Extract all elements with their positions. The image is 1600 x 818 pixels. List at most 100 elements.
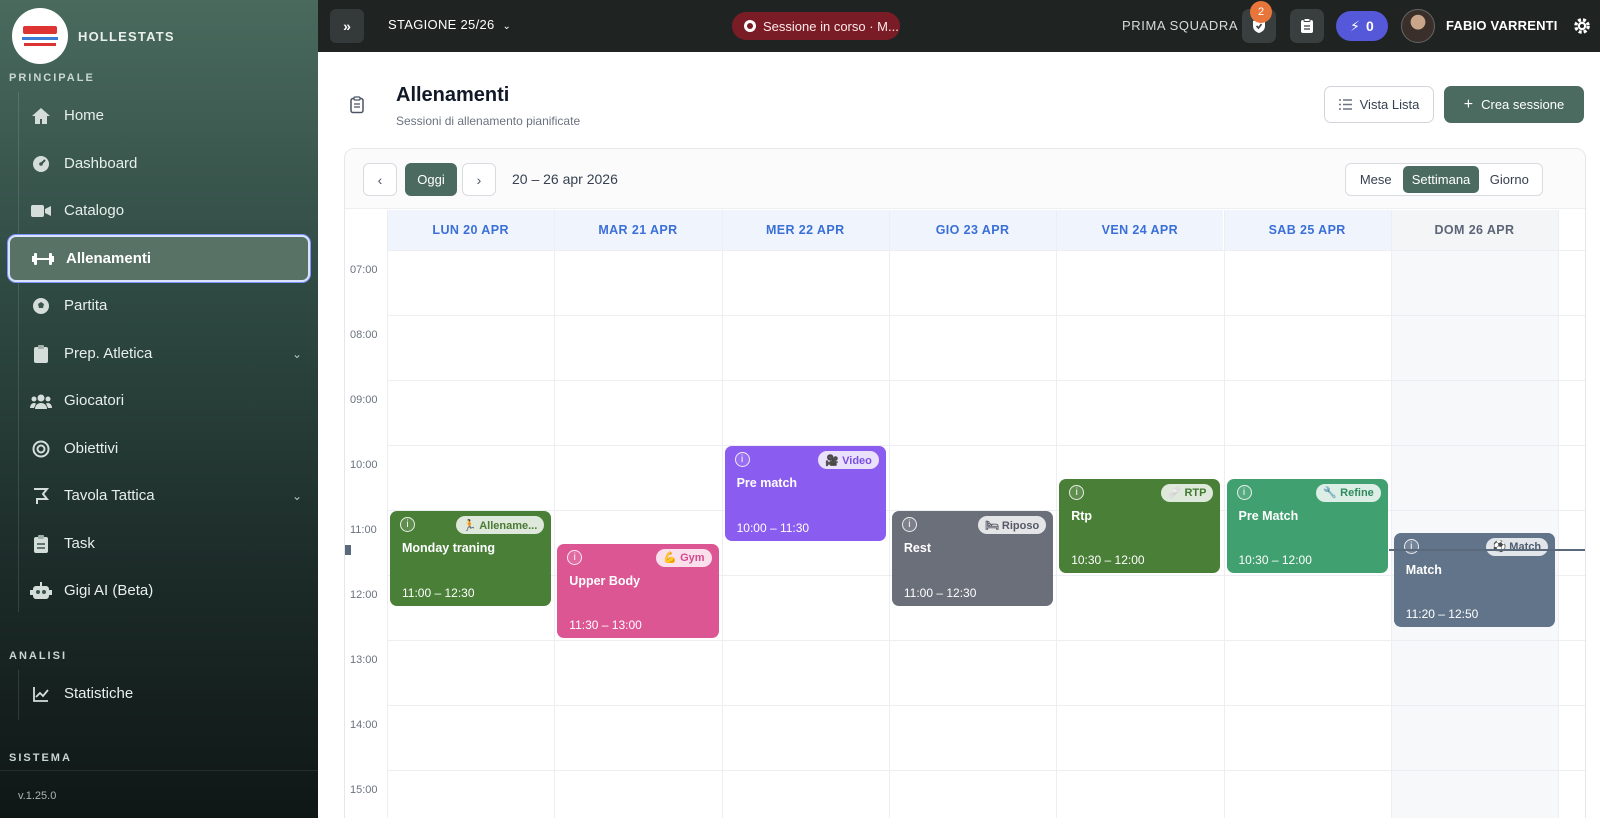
event-card[interactable]: i 🛏 Riposo Rest 11:00 – 12:30 xyxy=(891,511,1054,606)
day-header[interactable]: DOM 26 APR xyxy=(1390,210,1559,250)
chevron-right-icon: › xyxy=(476,171,482,188)
home-icon xyxy=(30,105,52,127)
sidebar-item-task[interactable]: Task xyxy=(8,520,310,567)
column-divider xyxy=(721,210,723,818)
info-icon[interactable]: i xyxy=(1069,484,1085,500)
column-divider xyxy=(1390,210,1392,818)
target-icon xyxy=(30,438,52,460)
info-icon[interactable]: i xyxy=(400,517,415,532)
column-divider xyxy=(1056,210,1058,818)
event-title: Rtp xyxy=(1071,508,1093,523)
column-divider xyxy=(888,210,890,818)
sidebar-item-catalogo[interactable]: Catalogo xyxy=(8,187,310,234)
hour-label: 11:00 xyxy=(350,524,377,536)
event-time: 10:30 – 12:00 xyxy=(1238,553,1312,567)
week-calendar: ‹ Oggi › 20 – 26 apr 2026 Mese Settimana… xyxy=(344,148,1586,818)
robot-icon xyxy=(30,580,52,602)
hour-label: 14:00 xyxy=(350,719,378,731)
view-mese-button[interactable]: Mese xyxy=(1348,166,1403,193)
chevron-down-icon: ⌄ xyxy=(502,21,512,32)
sidebar-item-home[interactable]: Home xyxy=(8,92,310,139)
sidebar-item-label: Home xyxy=(64,107,105,124)
info-icon[interactable]: i xyxy=(1236,484,1252,500)
event-title: Pre match xyxy=(736,476,798,490)
chevron-down-icon[interactable]: ⌄ xyxy=(292,347,302,361)
sidebar-item-statistiche[interactable]: Statistiche xyxy=(8,670,310,717)
event-title: Monday traning xyxy=(402,541,496,555)
day-header[interactable]: SAB 25 APR xyxy=(1223,210,1391,250)
view-settimana-button[interactable]: Settimana xyxy=(1403,166,1479,193)
view-giorno-button[interactable]: Giorno xyxy=(1479,166,1540,193)
expand-sidebar-button[interactable]: » xyxy=(330,9,364,43)
clipboard-icon xyxy=(350,96,364,114)
sidebar-item-label: Partita xyxy=(64,297,108,314)
sidebar-item-label: Gigi AI (Beta) xyxy=(64,582,154,599)
day-header[interactable]: MAR 21 APR xyxy=(554,210,722,250)
event-card[interactable]: i ⚽ Match Match 11:20 – 12:50 xyxy=(1393,532,1556,628)
column-divider xyxy=(1558,210,1560,818)
event-card[interactable]: i 💪 Gym Upper Body 11:30 – 13:00 xyxy=(557,543,719,638)
sidebar-item-tavola-tattica[interactable]: Tavola Tattica ⌄ xyxy=(8,472,310,519)
season-label: STAGIONE 25/26 xyxy=(388,17,495,32)
clipboard-list-icon xyxy=(30,533,52,555)
event-type-tag: ⚽ Match xyxy=(1485,537,1549,556)
plus-icon: + xyxy=(1463,95,1474,113)
sidebar-item-dashboard[interactable]: Dashboard xyxy=(8,140,310,187)
event-title: Rest xyxy=(903,541,931,555)
sidebar-item-label: Statistiche xyxy=(64,685,134,702)
current-time-line xyxy=(1389,549,1585,551)
event-card[interactable]: i 🏃 Allename... Monday traning 11:00 – 12:3… xyxy=(390,511,552,606)
season-selector[interactable]: STAGIONE 25/26 ⌄ xyxy=(388,17,511,32)
sidebar-item-gigi-ai-beta[interactable]: Gigi AI (Beta) xyxy=(8,567,310,614)
info-icon[interactable]: i xyxy=(734,452,750,467)
event-card[interactable]: i 🎥 Video Pre match 10:00 – 11:30 xyxy=(724,446,886,541)
clipboard-button[interactable] xyxy=(1290,9,1324,43)
record-icon xyxy=(744,20,756,32)
event-type-tag: 🏃 Allename... xyxy=(455,516,545,534)
user-name[interactable]: FABIO VARRENTI xyxy=(1446,18,1558,33)
sidebar-item-obiettivi[interactable]: Obiettivi xyxy=(8,425,310,472)
hour-line xyxy=(387,705,1585,706)
live-session-pill[interactable]: Sessione in corso · M... xyxy=(732,12,900,40)
crea-sessione-label: Crea sessione xyxy=(1481,97,1565,112)
event-card[interactable]: i 🔧 Refine Pre Match 10:30 – 12:00 xyxy=(1226,478,1388,573)
sidebar-item-giocatori[interactable]: Giocatori xyxy=(8,377,310,424)
dumbbell-icon xyxy=(32,248,54,270)
day-header[interactable]: GIO 23 APR xyxy=(888,210,1057,250)
event-card[interactable]: i 🩹 RTP Rtp 10:30 – 12:00 xyxy=(1059,478,1221,573)
sidebar-item-allenamenti[interactable]: Allenamenti xyxy=(8,235,310,282)
bolt-counter[interactable]: ⚡︎ 0 xyxy=(1336,11,1388,41)
info-icon[interactable]: i xyxy=(567,549,583,565)
day-header[interactable]: VEN 24 APR xyxy=(1056,210,1224,250)
notification-badge: 2 xyxy=(1250,1,1272,23)
hour-line xyxy=(387,380,1585,381)
event-title: Upper Body xyxy=(569,573,641,588)
sidebar-item-label: Catalogo xyxy=(64,202,125,219)
brand-row[interactable]: HOLLESTATS xyxy=(12,8,175,64)
top-bar: » STAGIONE 25/26 ⌄ Sessione in corso · M… xyxy=(318,0,1600,52)
day-header[interactable]: LUN 20 APR xyxy=(387,210,555,250)
today-button[interactable]: Oggi xyxy=(405,163,457,196)
bolt-count: 0 xyxy=(1366,18,1374,34)
sidebar-item-prep-atletica[interactable]: Prep. Atletica ⌄ xyxy=(8,330,310,377)
hour-line xyxy=(387,250,1585,251)
sidebar-item-label: Tavola Tattica xyxy=(64,487,155,504)
sidebar: HOLLESTATS PRINCIPALE Home Dashboard Catal… xyxy=(0,0,318,818)
vista-lista-button[interactable]: Vista Lista xyxy=(1324,86,1434,123)
info-icon[interactable]: i xyxy=(901,517,917,532)
gauge-icon xyxy=(30,153,52,175)
sidebar-item-partita[interactable]: Partita xyxy=(8,282,310,329)
line-chart-icon xyxy=(30,683,52,705)
prev-week-button[interactable]: ‹ xyxy=(363,163,397,196)
event-time: 11:00 – 12:30 xyxy=(903,585,977,600)
hour-line xyxy=(387,770,1585,771)
chevron-down-icon[interactable]: ⌄ xyxy=(292,489,302,503)
day-header[interactable]: MER 22 APR xyxy=(721,210,889,250)
gear-icon[interactable] xyxy=(1572,16,1592,36)
avatar[interactable] xyxy=(1401,9,1435,43)
users-icon xyxy=(30,390,52,412)
hour-label: 15:00 xyxy=(350,784,378,796)
crea-sessione-button[interactable]: + Crea sessione xyxy=(1444,86,1584,123)
next-week-button[interactable]: › xyxy=(462,163,496,196)
info-icon[interactable]: i xyxy=(1403,538,1419,554)
